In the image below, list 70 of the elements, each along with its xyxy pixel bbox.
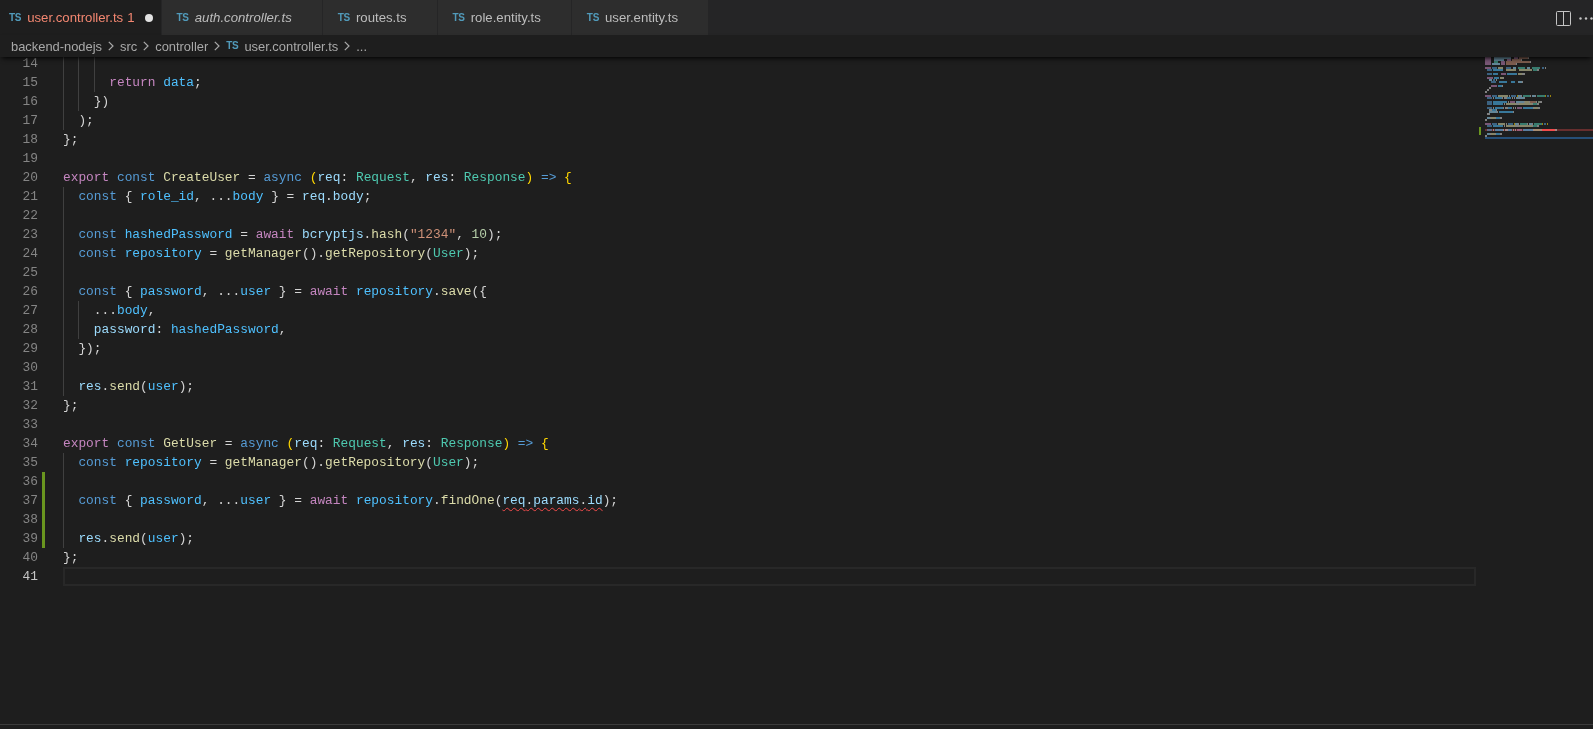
code-line: }; [63,130,79,149]
problem-count: 1 [127,10,135,25]
line-number: 17 [21,111,38,130]
ts-file-icon: TS [337,11,350,24]
line-number: 15 [21,73,38,92]
editor-tab[interactable]: TS user.entity.ts [571,0,710,35]
line-number: 26 [21,282,38,301]
code-line: }) [93,92,110,111]
code-line: password: hashedPassword, [93,320,287,339]
line-number: 36 [21,472,38,491]
ts-file-icon: TS [586,11,599,24]
line-number: 32 [21,396,38,415]
code-line: export const GetUser = async (req: Request, res: Response) => { [63,434,549,453]
more-actions-icon[interactable] [1579,16,1593,20]
editor-tab[interactable]: TS auth.controller.ts [161,0,323,35]
chevron-right-icon [214,41,221,51]
code-line: const { password, ...user } = await repository.findOne(req.params.id); [78,491,619,510]
code-line: res.send(user); [78,529,195,548]
breadcrumb-item[interactable]: src [120,38,138,54]
line-number: 22 [21,206,38,225]
code-line: }; [63,396,79,415]
line-number: 37 [21,491,38,510]
line-number: 33 [21,415,38,434]
code-line: }); [78,339,102,358]
line-number: 28 [21,320,38,339]
breadcrumb-item[interactable]: TS user.controller.ts [226,38,339,54]
code-line: res.send(user); [78,377,195,396]
editor-tab[interactable]: TS routes.ts [322,0,438,35]
line-number: 34 [21,434,38,453]
line-number: 38 [21,510,38,529]
breadcrumb-item[interactable]: ... [356,38,368,54]
line-number: 31 [21,377,38,396]
editor-tab[interactable]: TS role.entity.ts [437,0,572,35]
ts-file-icon: TS [452,11,465,24]
line-number: 19 [21,149,38,168]
code-line: }; [63,548,79,567]
line-number: 14 [21,57,38,73]
line-number: 20 [21,168,38,187]
line-number: 41 [21,567,38,586]
code-line: const { password, ...user } = await repository.save({ [78,282,487,301]
code-line: const repository = getManager().getRepository(User); [78,244,480,263]
line-number: 30 [21,358,38,377]
line-number: 39 [21,529,38,548]
ts-file-icon: TS [226,40,239,52]
code-line: export const CreateUser = async (req: Request, res: Response) => { [63,168,572,187]
line-number: 29 [21,339,38,358]
line-number: 23 [21,225,38,244]
line-number: 35 [21,453,38,472]
line-number: 25 [21,263,38,282]
chevron-right-icon [344,41,351,51]
code-line: return data; [109,73,202,92]
code-line: const hashedPassword = await bcryptjs.hash("1234", 10); [78,225,503,244]
breadcrumb-item[interactable]: controller [155,38,209,54]
code-line: ); [78,111,94,130]
line-number: 16 [21,92,38,111]
chevron-right-icon [108,41,114,51]
line-number: 21 [21,187,38,206]
editor-tab[interactable]: TS user.controller.ts 1 [0,0,162,35]
chevron-right-icon [143,41,150,51]
code-line: const { role_id, ...body } = req.body; [78,187,372,206]
code-line: ...body, [93,301,156,320]
line-number: 24 [21,244,38,263]
line-number: 18 [21,130,38,149]
breadcrumb-item[interactable]: backend-nodejs [11,38,102,54]
line-number: 27 [21,301,38,320]
ts-file-icon: TS [176,11,189,24]
code-line: const repository = getManager().getRepository(User); [78,453,480,472]
split-editor-icon[interactable] [1556,10,1571,26]
ts-file-icon: TS [9,11,22,24]
line-number: 40 [21,548,38,567]
